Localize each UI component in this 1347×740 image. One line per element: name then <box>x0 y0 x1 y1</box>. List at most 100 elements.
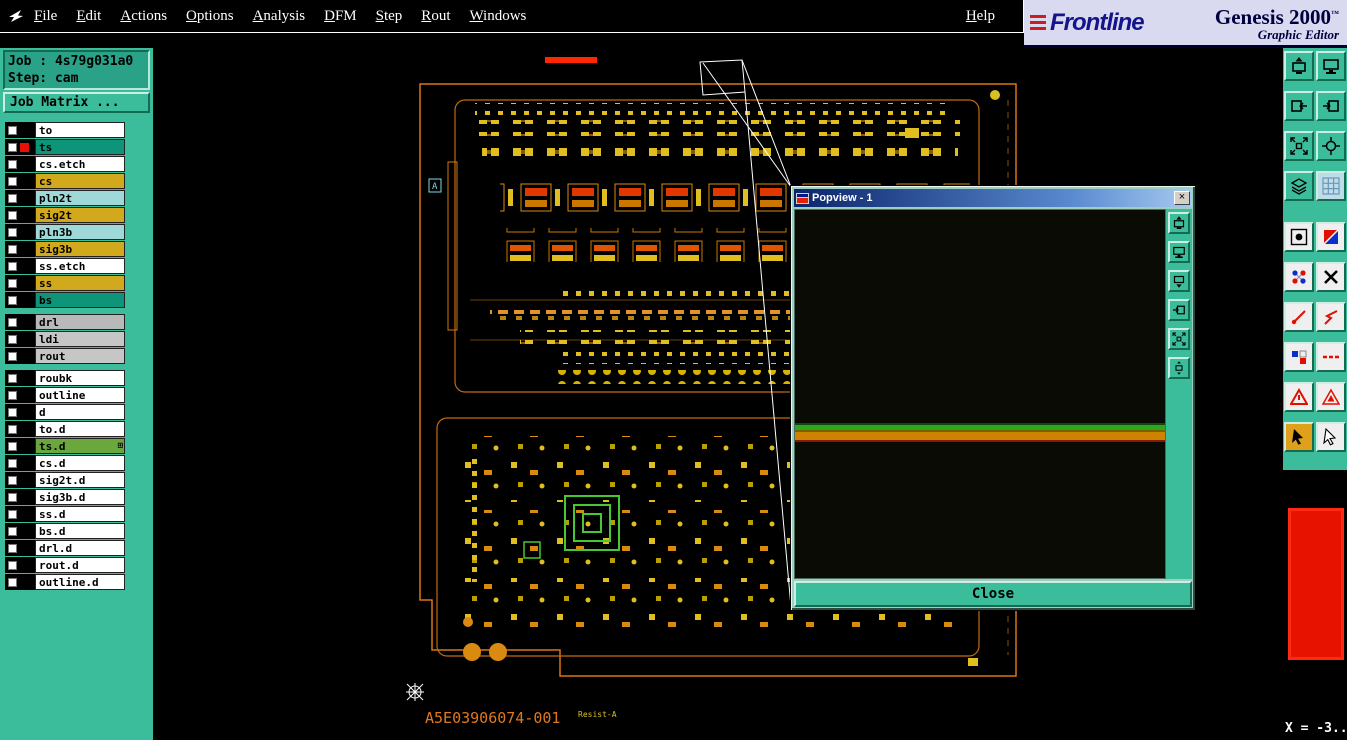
layer-checkbox[interactable] <box>8 278 17 288</box>
popview-button-fit-all[interactable] <box>1168 328 1190 350</box>
menu-item-windows[interactable]: Windows <box>469 8 526 25</box>
layer-checkbox[interactable] <box>8 509 17 519</box>
layer-checkbox[interactable] <box>8 543 17 553</box>
menu-item-options[interactable]: Options <box>186 8 234 25</box>
layer-label[interactable]: bs <box>35 292 125 308</box>
toolbar-button-net-points[interactable] <box>1284 262 1314 292</box>
layer-checkbox[interactable] <box>8 373 17 383</box>
toolbar-button-red-blue-split[interactable] <box>1316 222 1346 252</box>
toolbar-button-measure-flash[interactable] <box>1316 302 1346 332</box>
toolbar-button-grid[interactable] <box>1316 171 1346 201</box>
layer-label[interactable]: rout <box>35 348 125 364</box>
layer-checkbox[interactable] <box>8 526 17 536</box>
toolbar-button-cross-x[interactable] <box>1316 262 1346 292</box>
layer-checkbox[interactable] <box>8 193 17 203</box>
layer-checkbox[interactable] <box>8 244 17 254</box>
toolbar-button-dash-line[interactable] <box>1316 342 1346 372</box>
layer-row-sig2t[interactable]: sig2t <box>5 207 125 223</box>
layer-row-cs[interactable]: cs <box>5 173 125 189</box>
layer-label[interactable]: ts <box>35 139 125 155</box>
popview-button-screen-up[interactable] <box>1168 212 1190 234</box>
layer-row-sig3b[interactable]: sig3b <box>5 241 125 257</box>
layer-label[interactable]: cs.etch <box>35 156 125 172</box>
layer-label[interactable]: cs <box>35 173 125 189</box>
layer-checkbox[interactable] <box>8 125 17 135</box>
layer-label[interactable]: ss.etch <box>35 258 125 274</box>
menu-item-rout[interactable]: Rout <box>421 8 450 25</box>
toolbar-button-screen-in-left[interactable] <box>1284 91 1314 121</box>
menu-item-file[interactable]: File <box>34 8 57 25</box>
layer-row-ts.d[interactable]: ts.d ⊞ <box>5 438 125 454</box>
layer-label[interactable]: sig2t.d <box>35 472 125 488</box>
menu-item-edit[interactable]: Edit <box>76 8 101 25</box>
layer-label[interactable]: pln2t <box>35 190 125 206</box>
layer-row-outline.d[interactable]: outline.d <box>5 574 125 590</box>
toolbar-button-dot-square[interactable] <box>1284 222 1314 252</box>
layer-row-rout.d[interactable]: rout.d <box>5 557 125 573</box>
layer-label[interactable]: ss <box>35 275 125 291</box>
toolbar-button-screen-up[interactable] <box>1284 51 1314 81</box>
layer-checkbox[interactable] <box>8 159 17 169</box>
layer-label[interactable]: roubk <box>35 370 125 386</box>
menu-item-actions[interactable]: Actions <box>120 8 167 25</box>
layer-row-sig3b.d[interactable]: sig3b.d <box>5 489 125 505</box>
layer-row-cs.d[interactable]: cs.d <box>5 455 125 471</box>
layer-label[interactable]: pln3b <box>35 224 125 240</box>
layer-label[interactable]: ts.d ⊞ <box>35 438 125 454</box>
toolbar-button-small-squares[interactable] <box>1284 342 1314 372</box>
popview-close-x[interactable]: × <box>1174 191 1190 205</box>
layer-checkbox[interactable] <box>8 475 17 485</box>
toolbar-button-cursor-black[interactable] <box>1284 422 1314 452</box>
popview-button-screen-down[interactable] <box>1168 270 1190 292</box>
popview-titlebar[interactable]: Popview - 1 × <box>794 189 1192 207</box>
layer-label[interactable]: rout.d <box>35 557 125 573</box>
layer-label[interactable]: drl.d <box>35 540 125 556</box>
toolbar-button-screen-in-right[interactable] <box>1316 91 1346 121</box>
layer-row-pln3b[interactable]: pln3b <box>5 224 125 240</box>
layer-row-cs.etch[interactable]: cs.etch <box>5 156 125 172</box>
overview-highlight[interactable] <box>1288 508 1344 660</box>
menu-item-help[interactable]: Help <box>966 8 995 25</box>
layer-checkbox[interactable] <box>8 492 17 502</box>
layer-row-roubk[interactable]: roubk <box>5 370 125 386</box>
layer-checkbox[interactable] <box>8 261 17 271</box>
layer-checkbox[interactable] <box>8 317 17 327</box>
layer-checkbox[interactable] <box>8 334 17 344</box>
layer-row-drl.d[interactable]: drl.d <box>5 540 125 556</box>
popview-close-button[interactable]: Close <box>794 581 1192 607</box>
layer-row-bs[interactable]: bs <box>5 292 125 308</box>
layer-checkbox[interactable] <box>8 390 17 400</box>
layer-label[interactable]: to <box>35 122 125 138</box>
popview-button-screen[interactable] <box>1168 241 1190 263</box>
layer-row-drl[interactable]: drl <box>5 314 125 330</box>
layer-row-ts[interactable]: ts <box>5 139 125 155</box>
layer-label[interactable]: drl <box>35 314 125 330</box>
layer-checkbox[interactable] <box>8 458 17 468</box>
layer-checkbox[interactable] <box>8 176 17 186</box>
layer-label[interactable]: sig2t <box>35 207 125 223</box>
layer-checkbox[interactable] <box>8 351 17 361</box>
layer-label[interactable]: ss.d <box>35 506 125 522</box>
toolbar-button-screen[interactable] <box>1316 51 1346 81</box>
layer-checkbox[interactable] <box>8 295 17 305</box>
popview-button-fit-v[interactable] <box>1168 357 1190 379</box>
layer-row-sig2t.d[interactable]: sig2t.d <box>5 472 125 488</box>
layer-label[interactable]: bs.d <box>35 523 125 539</box>
layer-row-rout[interactable]: rout <box>5 348 125 364</box>
layer-row-ss[interactable]: ss <box>5 275 125 291</box>
layer-label[interactable]: ldi <box>35 331 125 347</box>
menu-item-dfm[interactable]: DFM <box>324 8 357 25</box>
layer-checkbox[interactable] <box>8 227 17 237</box>
layer-label[interactable]: d <box>35 404 125 420</box>
layer-row-to.d[interactable]: to.d <box>5 421 125 437</box>
toolbar-button-measure-diag[interactable] <box>1284 302 1314 332</box>
layer-checkbox[interactable] <box>8 210 17 220</box>
layer-checkbox[interactable] <box>8 560 17 570</box>
toolbar-button-layers[interactable] <box>1284 171 1314 201</box>
layer-label[interactable]: outline <box>35 387 125 403</box>
layer-row-ss.d[interactable]: ss.d <box>5 506 125 522</box>
popview-button-screen-in-right[interactable] <box>1168 299 1190 321</box>
layer-label[interactable]: sig3b.d <box>35 489 125 505</box>
layer-row-d[interactable]: d <box>5 404 125 420</box>
toolbar-button-zoom-center[interactable] <box>1316 131 1346 161</box>
